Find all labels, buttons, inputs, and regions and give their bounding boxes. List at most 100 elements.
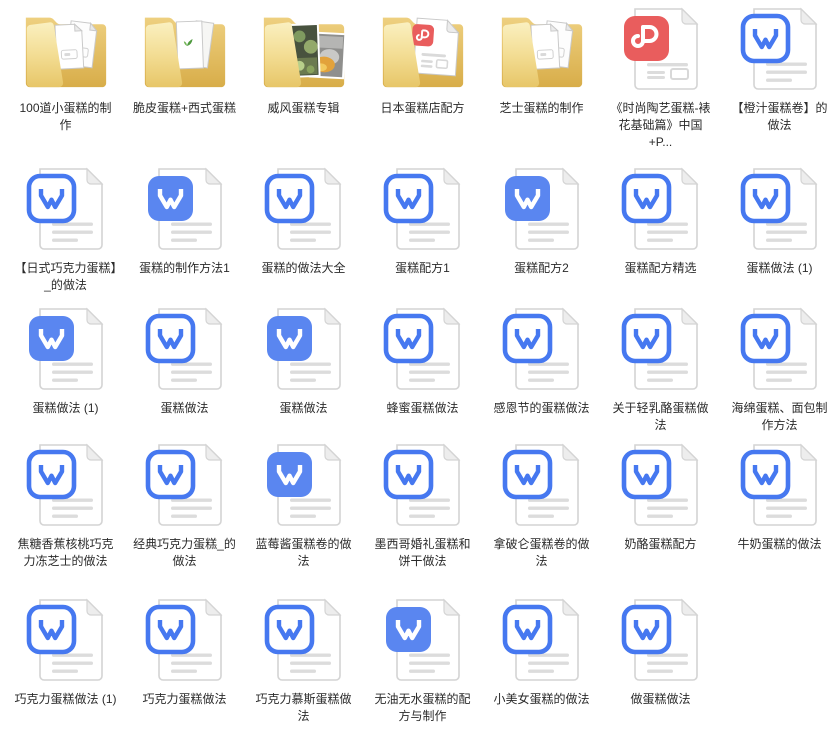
word-outline-icon [363, 300, 482, 396]
file-name-label: 芝士蛋糕的制作 [499, 100, 583, 117]
file-explorer: 100道小蛋糕的制作 脆皮蛋糕+西式蛋糕 [0, 0, 834, 746]
file-name-label: 巧克力蛋糕做法 (1) [14, 691, 116, 708]
file-item[interactable]: 蛋糕做法 (1) [6, 300, 125, 436]
word-outline-icon [244, 160, 363, 256]
word-outline-icon [482, 591, 601, 687]
file-item[interactable]: 关于轻乳酪蛋糕做法 [601, 300, 720, 436]
file-item[interactable]: 墨西哥婚礼蛋糕和饼干做法 [363, 436, 482, 591]
word-outline-icon [720, 0, 834, 96]
pdf-doc-icon [601, 0, 720, 96]
file-name-label: 巧克力蛋糕做法 [142, 691, 226, 708]
file-item[interactable]: 【日式巧克力蛋糕】_的做法 [6, 160, 125, 300]
word-solid-icon [244, 300, 363, 396]
file-name-label: 无油无水蛋糕的配方与制作 [371, 691, 475, 725]
file-name-label: 蓝莓酱蛋糕卷的做法 [252, 536, 356, 570]
file-name-label: 墨西哥婚礼蛋糕和饼干做法 [371, 536, 475, 570]
file-name-label: 100道小蛋糕的制作 [14, 100, 118, 134]
word-outline-icon [125, 300, 244, 396]
file-name-label: 蛋糕做法 [160, 400, 208, 417]
file-name-label: 【橙汁蛋糕卷】的做法 [728, 100, 832, 134]
file-name-label: 关于轻乳酪蛋糕做法 [609, 400, 713, 434]
word-outline-icon [482, 300, 601, 396]
file-item[interactable]: 感恩节的蛋糕做法 [482, 300, 601, 436]
file-item[interactable]: 拿破仑蛋糕卷的做法 [482, 436, 601, 591]
file-item[interactable]: 蓝莓酱蛋糕卷的做法 [244, 436, 363, 591]
file-item[interactable]: 牛奶蛋糕的做法 [720, 436, 834, 591]
file-name-label: 小美女蛋糕的做法 [493, 691, 589, 708]
folder-docs-icon [482, 0, 601, 96]
word-outline-icon [601, 300, 720, 396]
file-name-label: 蜂蜜蛋糕做法 [386, 400, 458, 417]
file-item[interactable]: 巧克力蛋糕做法 (1) [6, 591, 125, 746]
word-outline-icon [125, 591, 244, 687]
word-outline-icon [125, 436, 244, 532]
word-outline-icon [363, 436, 482, 532]
file-item[interactable]: 蛋糕做法 (1) [720, 160, 834, 300]
word-outline-icon [720, 160, 834, 256]
word-solid-icon [244, 436, 363, 532]
file-item[interactable]: 蜂蜜蛋糕做法 [363, 300, 482, 436]
file-item[interactable]: 蛋糕配方2 [482, 160, 601, 300]
file-name-label: 巧克力慕斯蛋糕做法 [252, 691, 356, 725]
file-item[interactable]: 海绵蛋糕、面包制作方法 [720, 300, 834, 436]
file-name-label: 感恩节的蛋糕做法 [493, 400, 589, 417]
file-item[interactable]: 蛋糕的做法大全 [244, 160, 363, 300]
word-outline-icon [601, 160, 720, 256]
file-name-label: 蛋糕配方2 [514, 260, 569, 277]
word-outline-icon [6, 436, 125, 532]
file-item[interactable]: 100道小蛋糕的制作 [6, 0, 125, 160]
word-outline-icon [6, 160, 125, 256]
file-item[interactable]: 威风蛋糕专辑 [244, 0, 363, 160]
word-outline-icon [601, 591, 720, 687]
file-name-label: 蛋糕做法 (1) [32, 400, 98, 417]
file-item[interactable]: 无油无水蛋糕的配方与制作 [363, 591, 482, 746]
file-item[interactable]: 做蛋糕做法 [601, 591, 720, 746]
file-name-label: 蛋糕的制作方法1 [139, 260, 230, 277]
file-name-label: 脆皮蛋糕+西式蛋糕 [133, 100, 236, 117]
word-outline-icon [6, 591, 125, 687]
word-outline-icon [244, 591, 363, 687]
file-name-label: 奶酪蛋糕配方 [624, 536, 696, 553]
word-outline-icon [363, 160, 482, 256]
file-grid: 100道小蛋糕的制作 脆皮蛋糕+西式蛋糕 [0, 0, 834, 746]
file-name-label: 牛奶蛋糕的做法 [737, 536, 821, 553]
file-name-label: 【日式巧克力蛋糕】_的做法 [14, 260, 118, 294]
file-name-label: 《时尚陶艺蛋糕-裱花基础篇》中国+P... [609, 100, 713, 151]
file-item[interactable]: 《时尚陶艺蛋糕-裱花基础篇》中国+P... [601, 0, 720, 160]
file-item[interactable]: 焦糖香蕉核桃巧克力冻芝士的做法 [6, 436, 125, 591]
folder-photos-icon [244, 0, 363, 96]
file-item[interactable]: 巧克力慕斯蛋糕做法 [244, 591, 363, 746]
file-name-label: 蛋糕的做法大全 [261, 260, 345, 277]
file-item[interactable]: 【橙汁蛋糕卷】的做法 [720, 0, 834, 160]
word-outline-icon [601, 436, 720, 532]
word-solid-icon [125, 160, 244, 256]
word-outline-icon [482, 436, 601, 532]
file-name-label: 蛋糕做法 (1) [746, 260, 812, 277]
file-item[interactable]: 日本蛋糕店配方 [363, 0, 482, 160]
file-item[interactable]: 芝士蛋糕的制作 [482, 0, 601, 160]
file-item[interactable]: 经典巧克力蛋糕_的做法 [125, 436, 244, 591]
file-item[interactable]: 小美女蛋糕的做法 [482, 591, 601, 746]
file-name-label: 拿破仑蛋糕卷的做法 [490, 536, 594, 570]
file-item[interactable]: 蛋糕配方精选 [601, 160, 720, 300]
word-solid-icon [363, 591, 482, 687]
file-name-label: 焦糖香蕉核桃巧克力冻芝士的做法 [14, 536, 118, 570]
file-name-label: 威风蛋糕专辑 [267, 100, 339, 117]
file-item[interactable]: 蛋糕配方1 [363, 160, 482, 300]
word-outline-icon [720, 300, 834, 396]
folder-card-icon [125, 0, 244, 96]
file-item[interactable]: 巧克力蛋糕做法 [125, 591, 244, 746]
file-name-label: 蛋糕配方1 [395, 260, 450, 277]
file-name-label: 海绵蛋糕、面包制作方法 [728, 400, 832, 434]
file-name-label: 蛋糕配方精选 [624, 260, 696, 277]
file-item[interactable]: 蛋糕做法 [244, 300, 363, 436]
file-item[interactable]: 蛋糕的制作方法1 [125, 160, 244, 300]
file-name-label: 经典巧克力蛋糕_的做法 [133, 536, 237, 570]
file-item[interactable]: 脆皮蛋糕+西式蛋糕 [125, 0, 244, 160]
file-item[interactable]: 奶酪蛋糕配方 [601, 436, 720, 591]
file-name-label: 做蛋糕做法 [630, 691, 690, 708]
file-item[interactable]: 蛋糕做法 [125, 300, 244, 436]
word-outline-icon [720, 436, 834, 532]
word-solid-icon [6, 300, 125, 396]
folder-docs-icon [6, 0, 125, 96]
